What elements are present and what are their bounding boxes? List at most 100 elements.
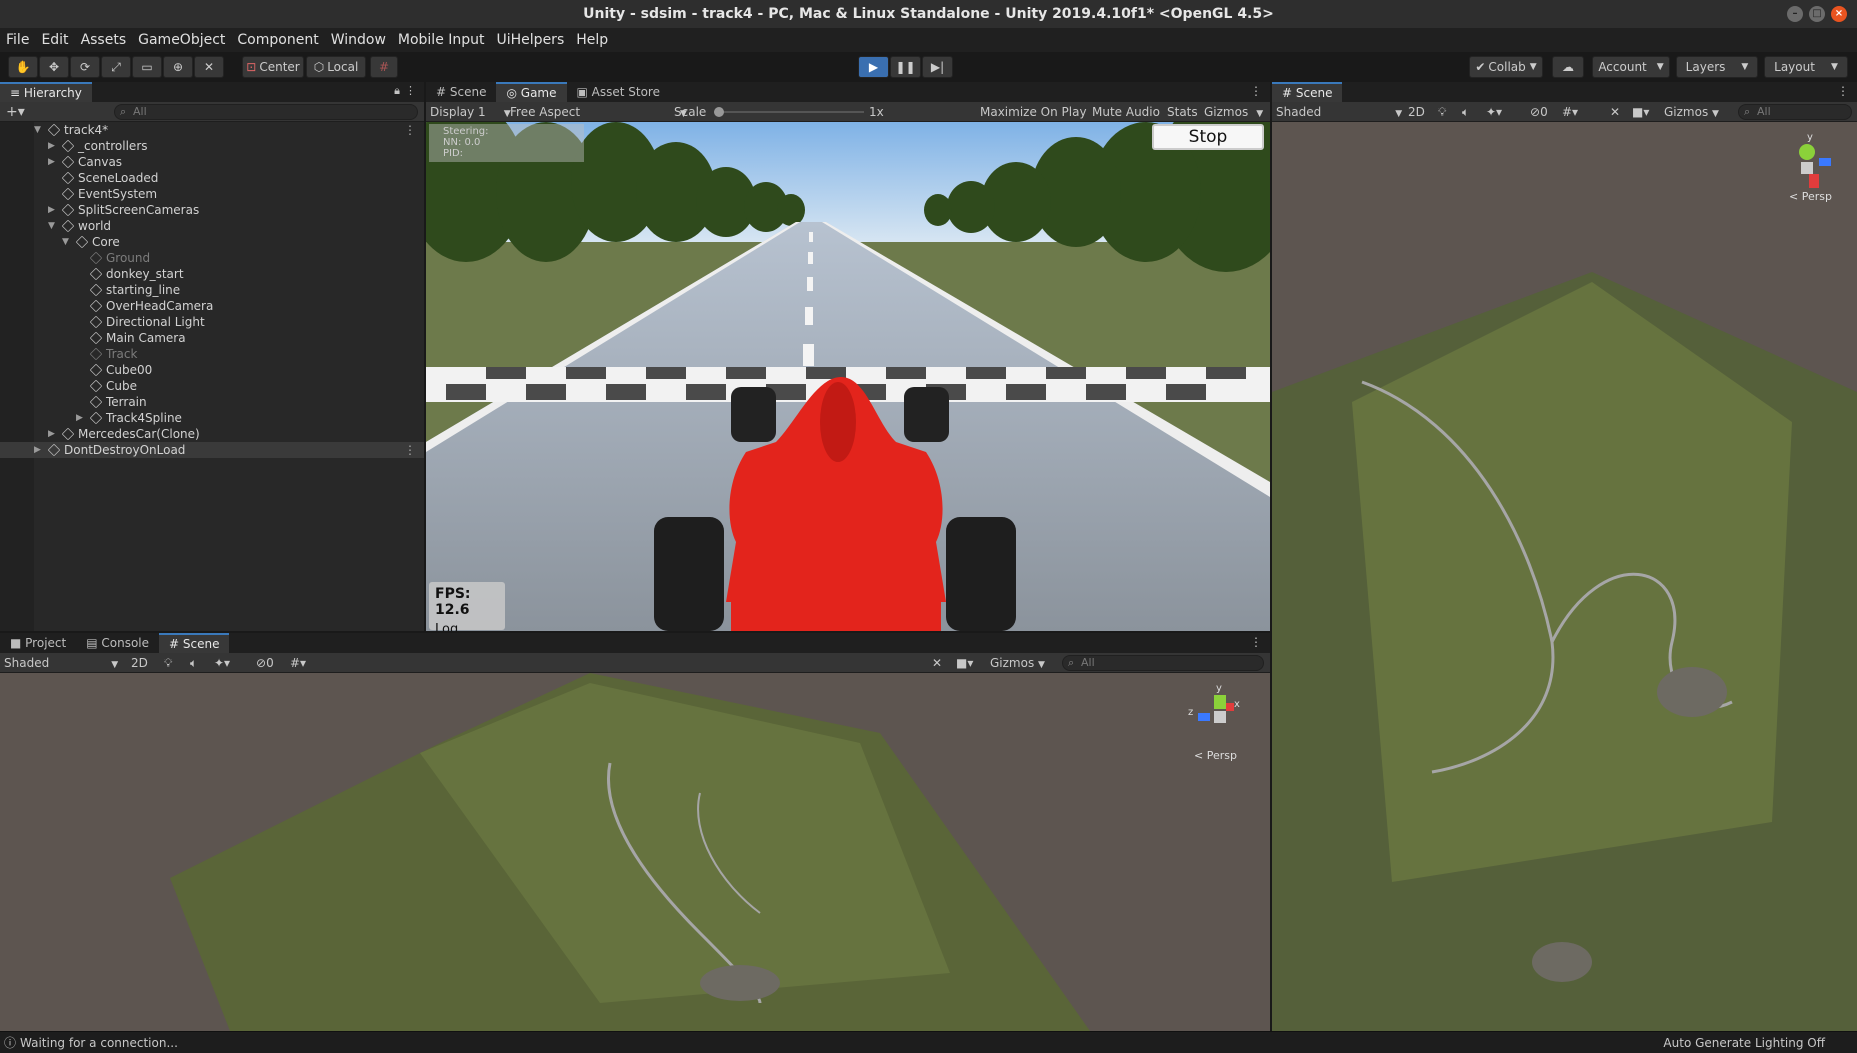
hierarchy-row[interactable]: OverHeadCamera [0,298,424,314]
grid-snap-button[interactable]: # [370,56,398,78]
menu-file[interactable]: File [6,32,29,48]
effects-icon[interactable]: ✦▾ [214,655,230,671]
lighting-icon[interactable]: 💡︎ [1438,104,1446,120]
grid-toggle-icon[interactable]: #▾ [290,655,306,671]
stop-button[interactable]: Stop [1152,124,1264,150]
tab-scene[interactable]: # Scene [159,633,230,653]
audio-icon[interactable]: 🔈︎ [190,655,197,671]
hierarchy-row[interactable]: ▼ Core [0,234,424,250]
hierarchy-row[interactable]: Track [0,346,424,362]
tab-console[interactable]: ▤ Console [76,633,159,653]
tab-asset-store[interactable]: ▣ Asset Store [567,82,671,102]
hierarchy-row[interactable]: Terrain [0,394,424,410]
more-options-icon[interactable]: ⋮ [405,84,416,97]
shading-dropdown[interactable]: Shaded ▼ [1276,104,1402,120]
cloud-button[interactable]: ☁ [1552,56,1584,78]
2d-toggle[interactable]: 2D [131,655,148,671]
menu-gameobject[interactable]: GameObject [138,32,225,48]
menu-assets[interactable]: Assets [81,32,127,48]
tab-project[interactable]: ■ Project [0,633,76,653]
z-axis-cone[interactable] [1198,713,1210,721]
close-button[interactable]: × [1831,6,1847,22]
camera-icon[interactable]: ■▾ [1632,104,1649,120]
more-options-icon[interactable]: ⋮ [404,122,416,138]
hierarchy-row[interactable]: Ground [0,250,424,266]
scene-orientation-gizmo[interactable]: y z x < Persp [1180,683,1260,763]
create-plus-icon[interactable]: +▾ [6,104,25,120]
game-viewport[interactable]: Steering: NN: 0.0 PID: Stop FPS: 12.6 Lo… [426,122,1270,631]
gizmos-dropdown[interactable]: Gizmos ▼ [1664,104,1719,120]
hierarchy-row[interactable]: ▶ Track4Spline [0,410,424,426]
layers-dropdown[interactable]: Layers ▼ [1676,56,1758,78]
tab-scene[interactable]: # Scene [1272,82,1343,102]
more-options-icon[interactable]: ⋮ [1250,635,1262,649]
pivot-space-toggle[interactable]: ⬡ Local [306,56,366,78]
display-dropdown[interactable]: Display 1 ▼ [430,104,511,120]
hidden-objects-toggle[interactable]: ⊘0 [1530,104,1548,120]
effects-icon[interactable]: ✦▾ [1486,104,1502,120]
2d-toggle[interactable]: 2D [1408,104,1425,120]
collab-dropdown[interactable]: ✔ Collab ▼ [1469,56,1543,78]
menu-mobile-input[interactable]: Mobile Input [398,32,485,48]
hierarchy-row[interactable]: ▶ _controllers [0,138,424,154]
step-button[interactable]: ▶| [922,56,953,78]
tab-game[interactable]: ◎ Game [496,82,567,102]
lighting-icon[interactable]: 💡︎ [164,655,172,671]
x-axis-cone[interactable] [1226,703,1234,711]
tab-scene[interactable]: # Scene [426,82,496,102]
gizmos-dropdown[interactable]: Gizmos ▼ [1204,104,1263,120]
scale-tool-button[interactable]: ⤢ [101,56,131,78]
hierarchy-row-track4[interactable]: ▼ track4* ⋮ [0,122,424,138]
log-count-button[interactable]: Log Count [435,622,499,631]
bottom-scene-viewport[interactable]: y z x < Persp [0,673,1270,1031]
hierarchy-row[interactable]: donkey_start [0,266,424,282]
menu-edit[interactable]: Edit [41,32,68,48]
hierarchy-row[interactable]: Cube00 [0,362,424,378]
hierarchy-row[interactable]: Directional Light [0,314,424,330]
minimize-button[interactable]: – [1787,6,1803,22]
right-scene-viewport[interactable]: y < Persp [1272,122,1857,1031]
layout-dropdown[interactable]: Layout ▼ [1764,56,1848,78]
status-message[interactable]: Waiting for a connection... [20,1032,178,1053]
pause-button[interactable]: ❚❚ [890,56,921,78]
more-options-icon[interactable]: ⋮ [404,442,416,458]
move-tool-button[interactable]: ✥ [39,56,69,78]
hierarchy-row-dontdestroyonload[interactable]: ▶ DontDestroyOnLoad ⋮ [0,442,424,458]
maximize-button[interactable]: □ [1809,6,1825,22]
y-axis-cone[interactable] [1214,695,1226,709]
hierarchy-row[interactable]: starting_line [0,282,424,298]
hierarchy-row[interactable]: ▼ world [0,218,424,234]
scene-search-input[interactable]: All [1062,655,1264,671]
hierarchy-row[interactable]: EventSystem [0,186,424,202]
account-dropdown[interactable]: Account ▼ [1592,56,1670,78]
auto-lighting-status[interactable]: Auto Generate Lighting Off [1663,1032,1825,1053]
menu-window[interactable]: Window [331,32,386,48]
audio-icon[interactable]: 🔈︎ [1462,104,1469,120]
hierarchy-row[interactable]: Main Camera [0,330,424,346]
camera-icon[interactable]: ■▾ [956,655,973,671]
scene-search-input[interactable]: All [1738,104,1852,120]
stats-toggle[interactable]: Stats [1167,104,1198,120]
menu-help[interactable]: Help [576,32,608,48]
more-options-icon[interactable]: ⋮ [1837,84,1849,98]
maximize-on-play-toggle[interactable]: Maximize On Play [980,104,1087,120]
aspect-dropdown[interactable]: Free Aspect ▼ [510,104,687,120]
scale-slider[interactable] [714,107,864,117]
mute-audio-toggle[interactable]: Mute Audio [1092,104,1160,120]
hierarchy-row[interactable]: Cube [0,378,424,394]
tools-icon[interactable]: ✕ [1610,104,1620,120]
y-axis-cone[interactable] [1799,144,1815,160]
tab-hierarchy[interactable]: ≡ Hierarchy [0,82,92,102]
gizmos-dropdown[interactable]: Gizmos ▼ [990,655,1045,671]
pivot-center-toggle[interactable]: ⊡ Center [242,56,304,78]
shading-dropdown[interactable]: Shaded ▼ [4,655,118,671]
hierarchy-search-input[interactable]: All [114,104,418,120]
hierarchy-row[interactable]: ▶ Canvas [0,154,424,170]
hierarchy-row[interactable]: SceneLoaded [0,170,424,186]
z-axis-cone[interactable] [1819,158,1831,166]
custom-tool-button[interactable]: ✕ [194,56,224,78]
hierarchy-row[interactable]: ▶ SplitScreenCameras [0,202,424,218]
menu-component[interactable]: Component [237,32,318,48]
x-axis-cone[interactable] [1809,174,1819,188]
hidden-objects-toggle[interactable]: ⊘0 [256,655,274,671]
